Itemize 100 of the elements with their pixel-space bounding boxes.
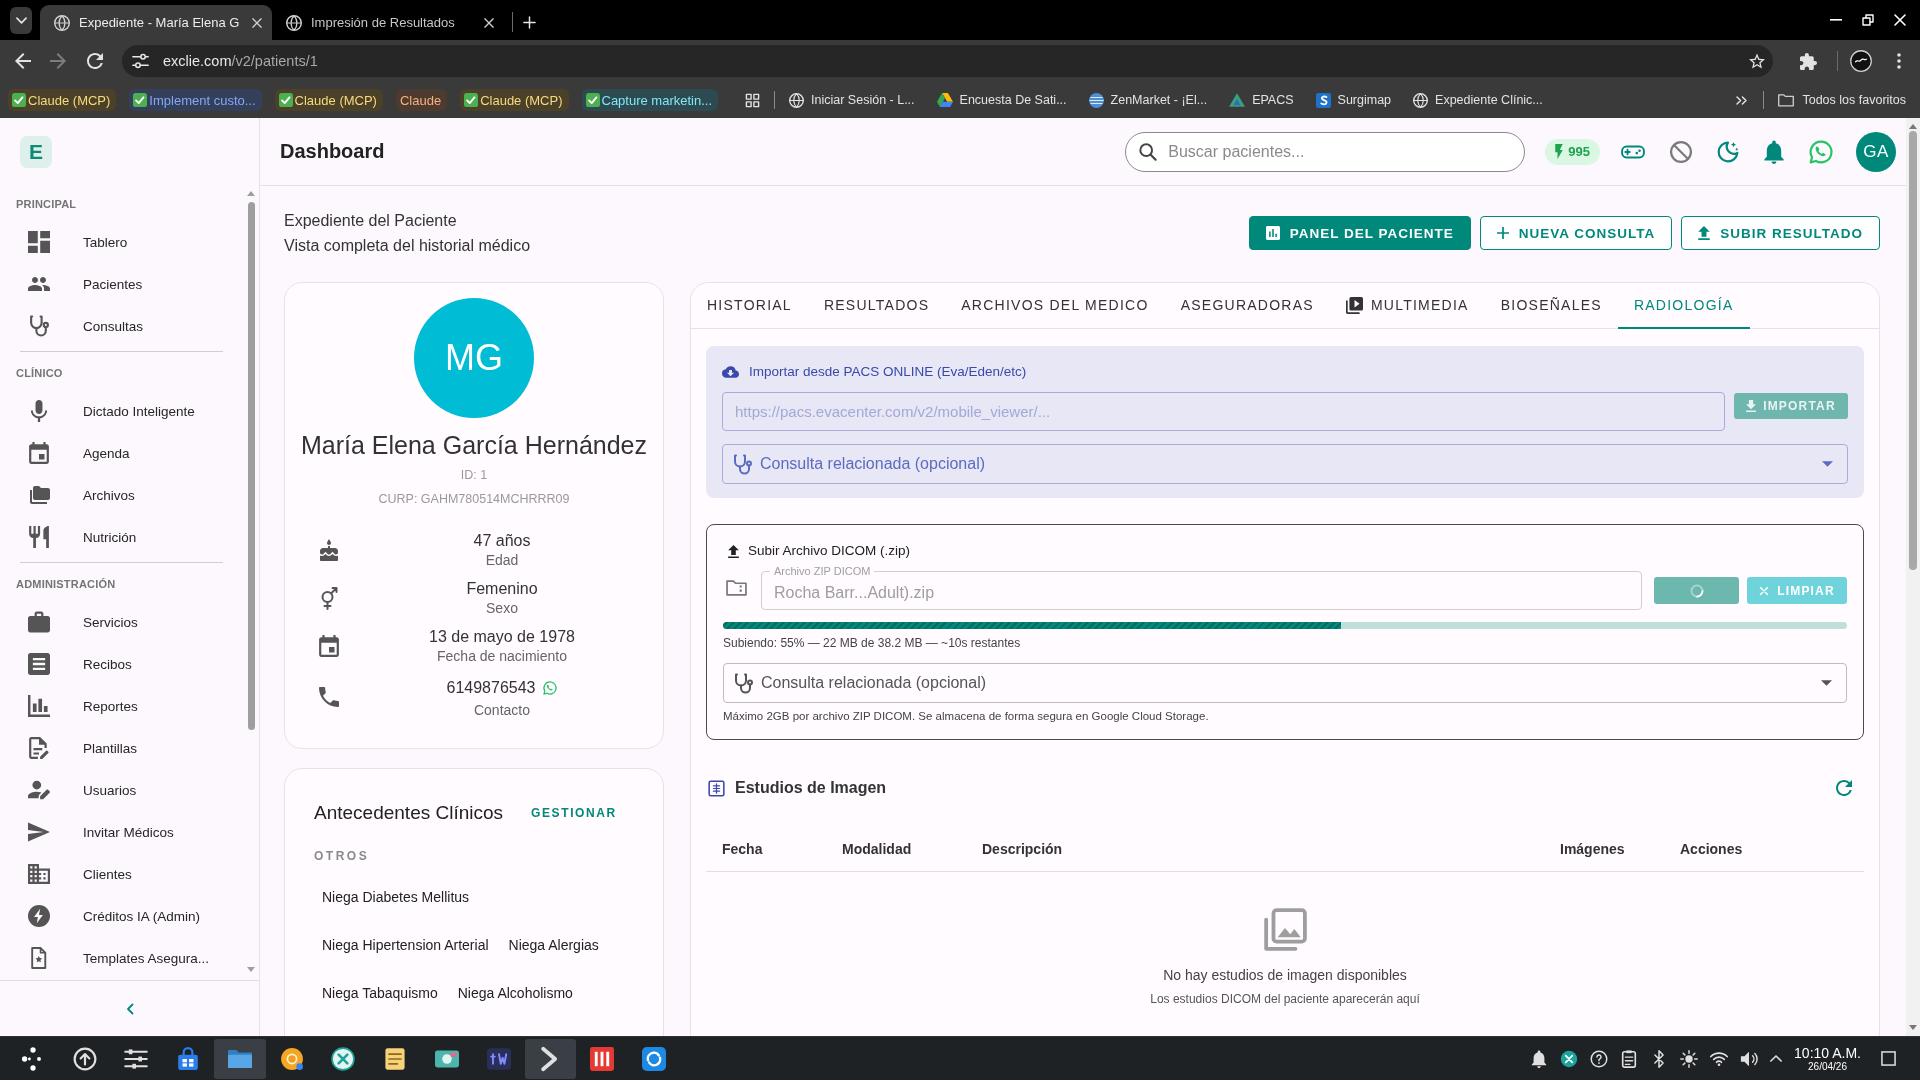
record-tab[interactable]: HISTORIAL [691,283,808,329]
all-bookmarks-button[interactable]: Todos los favoritos [1778,93,1906,107]
refresh-icon[interactable] [1836,780,1852,796]
browser-tab[interactable]: Impresión de Resultados [272,5,504,40]
nav-section-title: PRINCIPAL [15,197,78,212]
globe-icon [54,14,70,31]
tab-group-chip[interactable]: Claude [395,89,448,111]
bookmark-item[interactable]: Iniciar Sesión - L... [789,92,915,108]
document-edit-icon [28,737,50,759]
tab-group-chip[interactable]: Implement custo... [129,89,262,111]
nav-item[interactable]: Clientes [0,853,245,895]
record-tab[interactable]: BIOSEÑALES [1484,283,1618,329]
tray-expand-icon[interactable] [1770,1055,1783,1062]
history-entry: Niega Tabaquismo [321,984,439,1003]
app-status-icon[interactable] [1560,1049,1579,1068]
nav-item[interactable]: Agenda [0,432,245,474]
nav-item[interactable]: Tablero [0,221,245,263]
nav-item[interactable]: Nutrición [0,516,245,558]
user-avatar[interactable]: GA [1856,131,1896,172]
app-icon [486,1046,511,1071]
tab-group-chip[interactable]: Capture marketin... [581,89,719,111]
wifi-icon[interactable] [1710,1049,1729,1068]
gamepad-icon[interactable] [1621,144,1645,159]
forward-arrow-icon[interactable] [50,53,66,69]
check-mark-icon [133,93,148,107]
clipboard-icon[interactable] [1620,1049,1639,1068]
address-bar[interactable]: exclie.com/v2/patients/1 [122,45,1773,77]
double-chevron-icon[interactable] [1736,95,1748,105]
nav-item[interactable]: Pacientes [0,263,245,305]
back-arrow-icon[interactable] [15,53,31,69]
block-icon[interactable] [1670,140,1692,163]
bookmark-item[interactable]: Surgimap [1315,92,1392,108]
app-logo[interactable]: E [20,136,52,168]
reload-icon[interactable] [87,53,103,69]
restore-icon[interactable] [1862,14,1874,26]
chevron-left-icon[interactable] [125,1002,134,1015]
menu-icon[interactable] [1897,53,1901,69]
nav-item[interactable]: Templates Asegura... [0,937,245,979]
page-header-title: Dashboard [280,140,385,163]
dropdown-caret-icon[interactable] [1822,461,1833,467]
consultation-select[interactable]: Consulta relacionada (opcional) [722,444,1848,484]
bookmark-item[interactable]: Expediente Clínic... [1413,92,1543,108]
tab-group-chip[interactable]: Claude (MCP) [8,89,117,111]
manage-link[interactable]: GESTIONAR [531,806,617,820]
site-settings-icon[interactable] [132,53,149,69]
record-tab[interactable]: RESULTADOS [807,283,946,329]
nav-item[interactable]: Invitar Médicos [0,811,245,853]
nav-item[interactable]: Créditos IA (Admin) [0,895,245,937]
help-icon[interactable] [1590,1049,1609,1068]
chart-box-icon [1265,226,1280,240]
brightness-icon[interactable] [1680,1049,1699,1068]
nav-item[interactable]: Dictado Inteligente [0,390,245,432]
record-tab[interactable]: ASEGURADORAS [1164,283,1330,329]
tab-search-button[interactable] [10,7,32,34]
close-icon[interactable] [484,17,494,28]
taskbar-button[interactable] [524,1038,577,1079]
tab-group-chip[interactable]: Claude (MCP) [274,89,383,111]
nav-item[interactable]: Archivos [0,474,245,516]
profile-avatar-icon[interactable] [1850,50,1872,72]
show-desktop-icon[interactable] [1881,1051,1896,1066]
taskbar-button[interactable] [214,1038,266,1079]
page-scrollbar[interactable] [1906,118,1920,1036]
pacs-url-input[interactable]: https://pacs.evacenter.com/v2/mobile_viewer/... [722,392,1725,431]
record-tab[interactable]: ARCHIVOS DEL MEDICO [945,283,1165,329]
action-button[interactable]: PANEL DEL PACIENTE [1248,216,1471,250]
notification-bell-icon[interactable] [1530,1049,1549,1068]
nav-item[interactable]: Usuarios [0,769,245,811]
nav-item[interactable]: Recibos [0,643,245,685]
puzzle-icon[interactable] [1800,52,1817,70]
nav-item[interactable]: Reportes [0,685,245,727]
bell-icon[interactable] [1764,139,1784,164]
globe-icon [1413,92,1429,108]
browser-tab[interactable]: Expediente - María Elena G [40,5,272,40]
record-tab[interactable]: RADIOLOGÍA [1617,283,1750,329]
consultation-select[interactable]: Consulta relacionada (opcional) [723,663,1847,703]
apps-grid-icon[interactable] [745,92,761,108]
spinner-icon [1689,583,1704,598]
bar-chart-icon [28,695,50,717]
close-icon[interactable] [252,17,262,28]
nav-item[interactable]: Plantillas [0,727,245,769]
column-header: Fecha [722,840,763,857]
nav-item[interactable]: Consultas [0,305,245,347]
action-button[interactable]: NUEVA CONSULTA [1479,216,1673,250]
tab-group-chip[interactable]: Claude (MCP) [460,89,569,111]
bookmark-item[interactable]: ZenMarket - ¡El... [1088,92,1208,108]
volume-icon[interactable] [1740,1049,1759,1068]
clock[interactable]: 10:10 A.M. 26/04/26 [1794,1044,1861,1073]
dropdown-caret-icon[interactable] [1821,680,1832,686]
action-button[interactable]: SUBIR RESULTADO [1681,216,1880,250]
search-field[interactable]: Buscar pacientes... [1125,131,1526,172]
record-tab[interactable]: MULTIMEDIA [1329,283,1485,329]
star-icon[interactable] [1749,53,1765,69]
moon-icon[interactable] [1717,140,1739,163]
plus-icon[interactable] [523,16,536,29]
nav-item[interactable]: Servicios [0,601,245,643]
bookmark-item[interactable]: EPACS [1229,93,1294,107]
patient-name: María Elena García Hernández [301,430,647,460]
bookmark-item[interactable]: Encuesta De Sati... [936,93,1067,107]
minimize-icon[interactable] [1830,19,1842,21]
patient-detail-label: Fecha de nacimiento [437,647,567,665]
